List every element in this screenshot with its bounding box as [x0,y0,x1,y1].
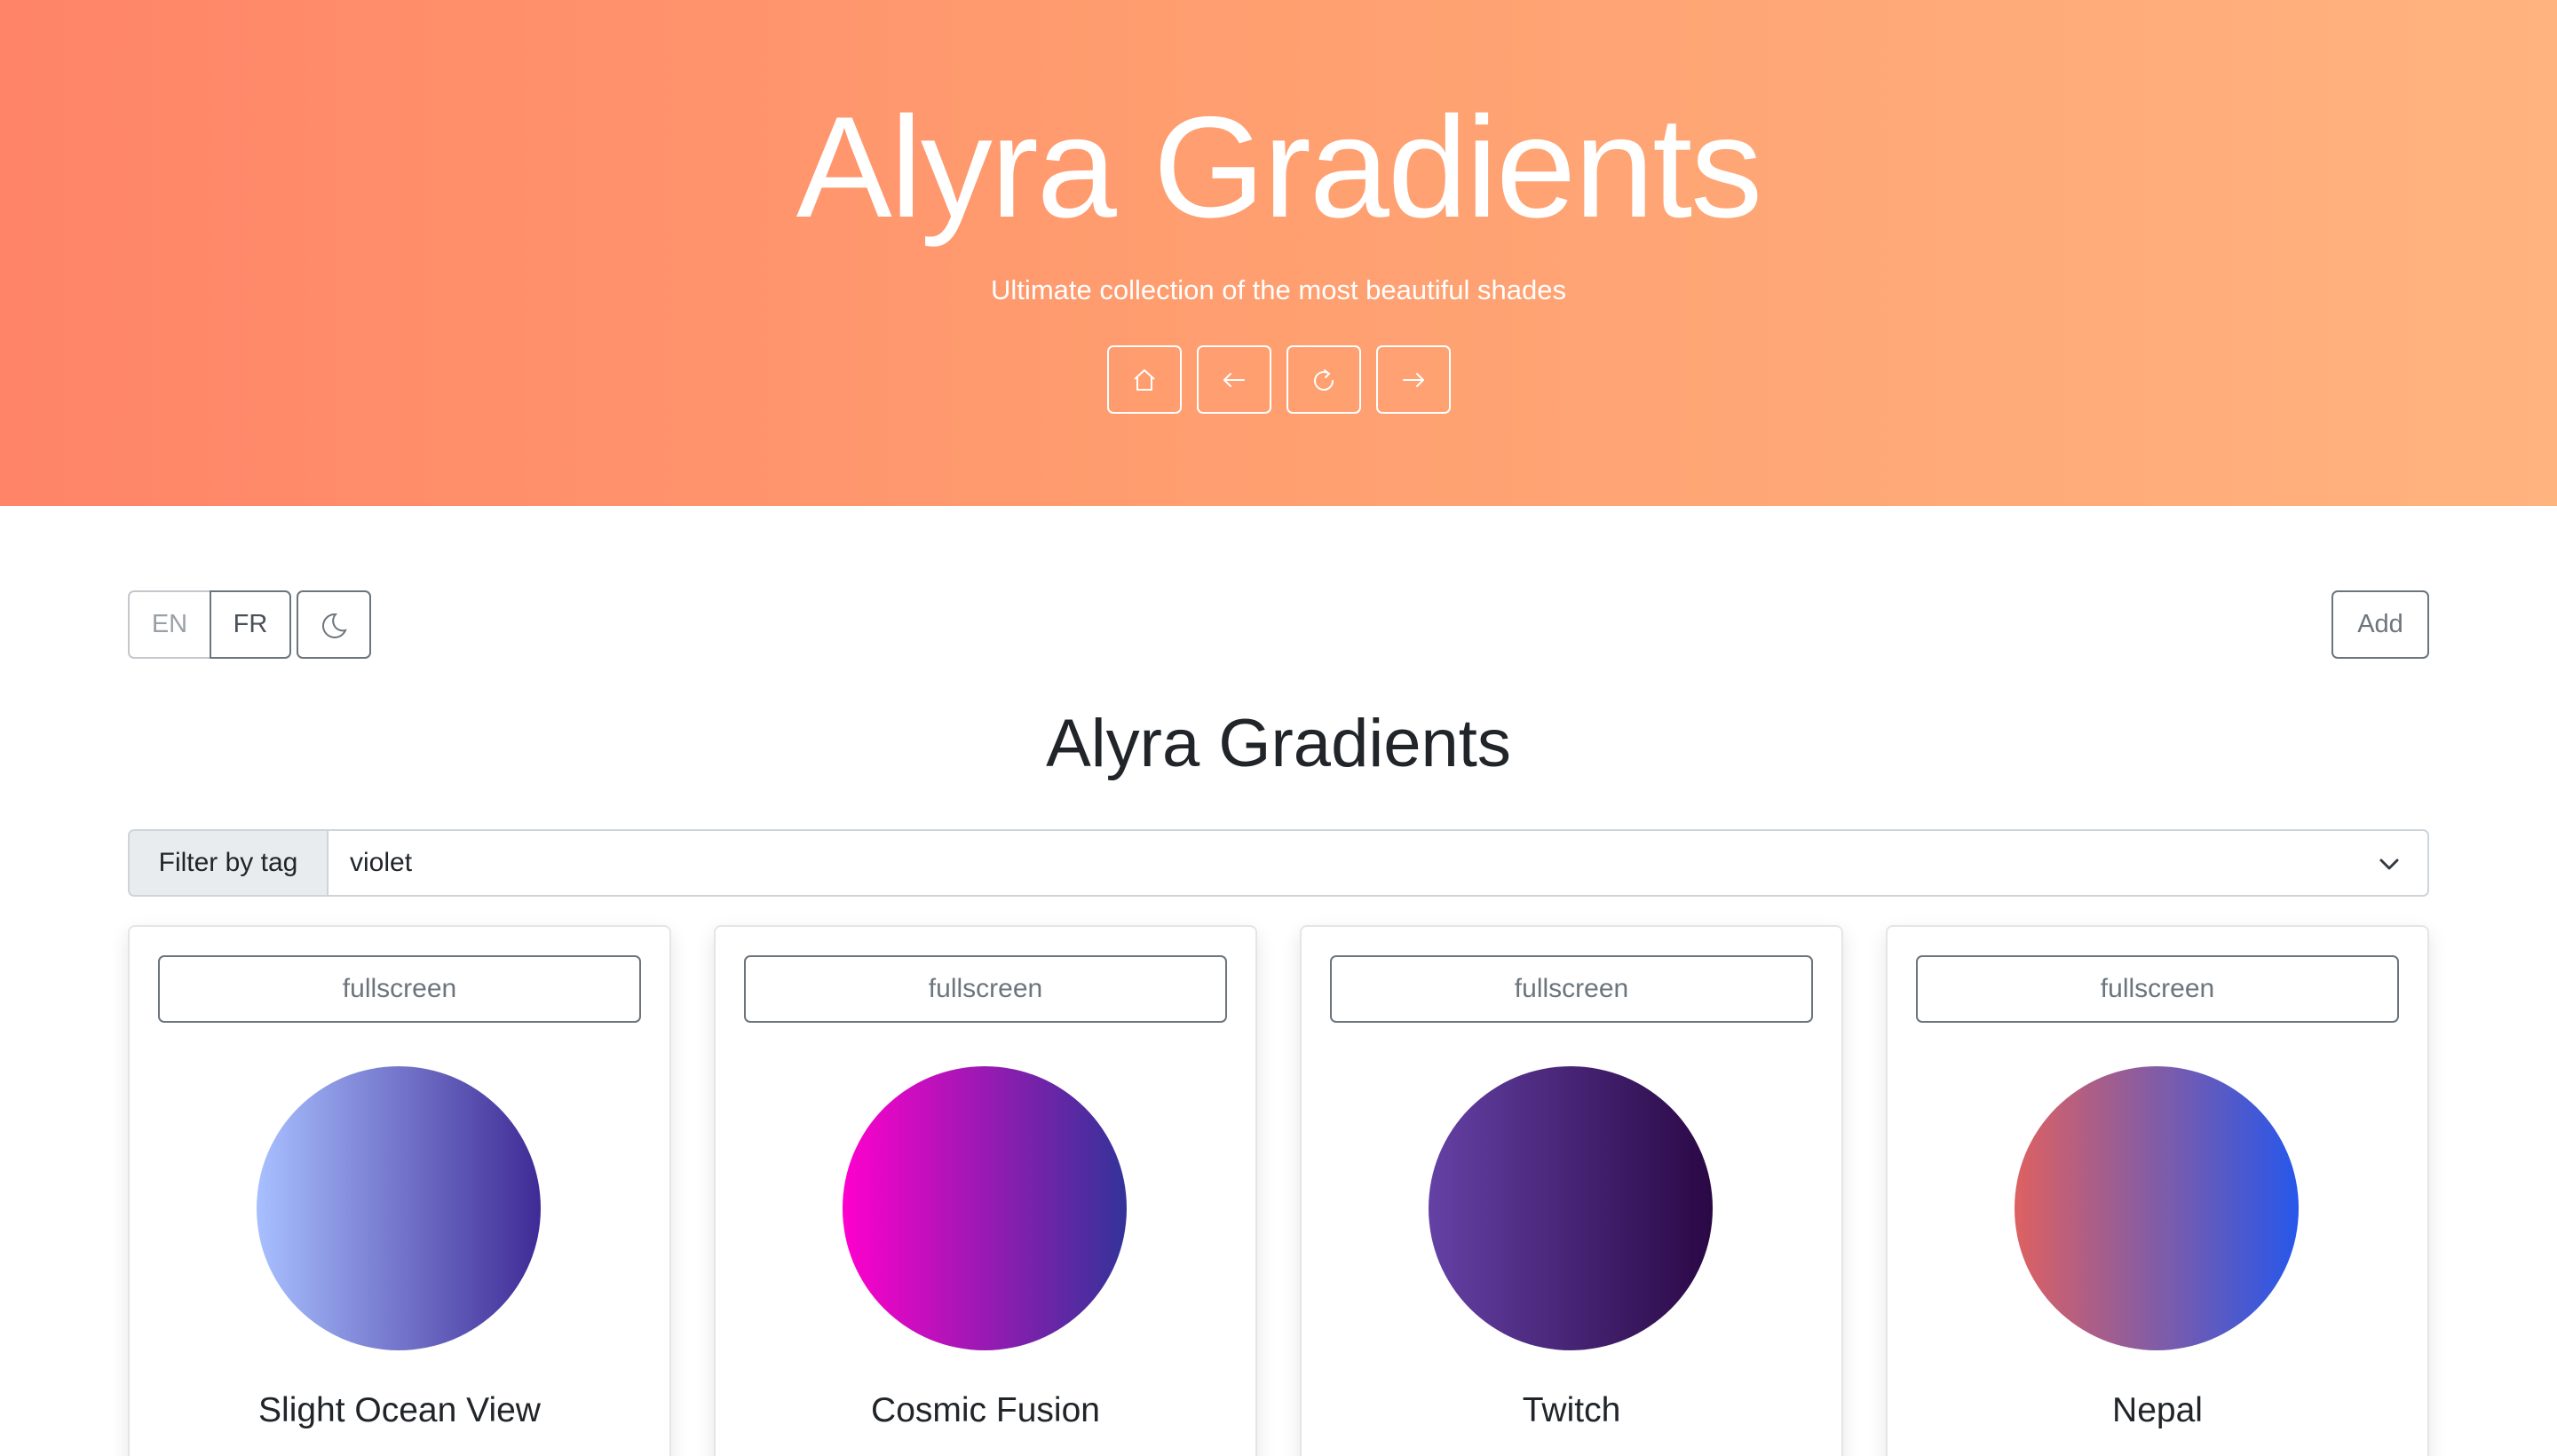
refresh-icon [1314,368,1334,391]
gradient-grid: fullscreen Slight Ocean View fullscreen … [128,925,2429,1456]
fullscreen-button[interactable]: fullscreen [1330,955,1813,1023]
add-button[interactable]: Add [2331,590,2429,659]
fullscreen-button[interactable]: fullscreen [744,955,1227,1023]
lang-en-button[interactable]: EN [128,590,210,659]
dark-mode-toggle[interactable] [297,590,371,659]
hero-nav [1107,345,1451,414]
gradient-name: Nepal [2112,1391,2203,1429]
moon-icon [322,613,347,638]
home-icon [1134,368,1155,391]
back-button[interactable] [1197,345,1271,414]
fullscreen-button[interactable]: fullscreen [1916,955,2399,1023]
refresh-button[interactable] [1286,345,1361,414]
arrow-right-icon [1403,372,1424,387]
chevron-down-icon [2379,859,2399,870]
hero-banner: Alyra Gradients Ultimate collection of t… [0,0,2557,506]
hero-title: Alyra Gradients [796,87,1762,248]
hero-subtitle: Ultimate collection of the most beautifu… [991,274,1566,305]
page-title: Alyra Gradients [1046,706,1511,781]
gradient-card: fullscreen Slight Ocean View [128,925,671,1456]
gradient-swatch [1429,1066,1713,1350]
home-button[interactable] [1107,345,1182,414]
language-switcher: EN FR [128,590,291,659]
tag-select[interactable]: violet [327,829,2429,897]
gradient-swatch [843,1066,1127,1350]
gradient-card: fullscreen Nepal [1886,925,2429,1456]
fullscreen-button[interactable]: fullscreen [158,955,641,1023]
gradient-card: fullscreen Twitch [1300,925,1843,1456]
forward-button[interactable] [1376,345,1451,414]
gradient-swatch [257,1066,541,1350]
lang-fr-button[interactable]: FR [210,590,291,659]
tag-select-value: violet [350,848,413,877]
gradient-name: Twitch [1522,1391,1621,1429]
filter-label: Filter by tag [128,829,327,897]
arrow-left-icon [1223,372,1245,387]
gradient-card: fullscreen Cosmic Fusion [714,925,1257,1456]
gradient-name: Slight Ocean View [258,1391,541,1429]
gradient-name: Cosmic Fusion [871,1391,1100,1429]
toolbar: EN FR Add [128,590,2429,659]
gradient-swatch [2015,1066,2299,1350]
tag-filter: Filter by tag violet [128,829,2429,897]
